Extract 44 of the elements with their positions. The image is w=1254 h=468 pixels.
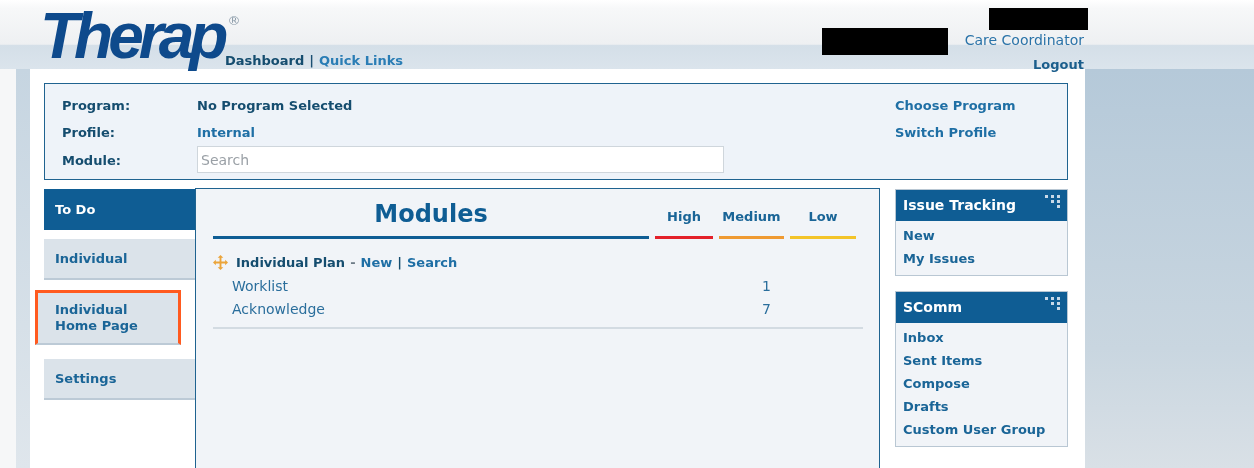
widget-title: SComm [903, 298, 963, 317]
nav-link[interactable]: Quick Links [319, 51, 404, 71]
search-field[interactable]: Search [197, 146, 724, 173]
field-label: Profile: [62, 123, 116, 142]
sidebar-tab[interactable]: Settings [44, 359, 195, 400]
priority-heading: Medium [722, 207, 781, 226]
grip-dots-icon[interactable] [1045, 195, 1061, 209]
logo-wordmark: Therap [40, 2, 224, 70]
widget-link[interactable]: New [903, 224, 1060, 247]
widget-link[interactable]: Custom User Group [903, 418, 1060, 441]
context-link[interactable]: Switch Profile [895, 122, 1023, 142]
module-action-link[interactable]: Search [407, 253, 458, 273]
profile-link[interactable]: Internal [197, 122, 256, 142]
priority-heading: High [667, 207, 701, 226]
move-arrows-icon [213, 255, 228, 271]
sidebar-tab[interactable]: Individual Home Page [35, 290, 181, 345]
dash-separator: - [350, 254, 356, 272]
widget-link[interactable]: Sent Items [903, 349, 1060, 372]
sidebar-tab[interactable]: Individual [44, 239, 195, 280]
module-action-link[interactable]: New [360, 253, 393, 273]
user-role-text: Care Coordinator [964, 31, 1084, 50]
logout-link[interactable]: Logout [1033, 55, 1084, 75]
priority-heading: Low [808, 207, 838, 226]
registered-mark: ® [227, 14, 241, 27]
nav-link[interactable]: Dashboard [225, 51, 305, 71]
worklist-link[interactable]: Acknowledge [213, 299, 655, 320]
widget-link[interactable]: Compose [903, 372, 1060, 395]
field-value: No Program Selected [197, 97, 353, 115]
field-label: Program: [62, 97, 132, 115]
count-text: 1 [761, 277, 771, 296]
grip-dots-icon[interactable] [1045, 297, 1061, 311]
nav-separator: | [309, 52, 315, 70]
action-separator: | [397, 254, 402, 272]
context-link[interactable]: Choose Program [895, 96, 1023, 116]
widget-title: Issue Tracking [903, 196, 1016, 215]
modules-title: Modules [374, 199, 488, 230]
widget-link[interactable]: My Issues [903, 247, 1060, 270]
widget-link[interactable]: Inbox [903, 326, 1060, 349]
worklist-link[interactable]: Worklist [213, 276, 655, 297]
widget-link[interactable]: Drafts [903, 395, 1060, 418]
field-label: Module: [62, 152, 122, 171]
sidebar-tab[interactable]: To Do [44, 189, 195, 230]
module-name: Individual Plan [236, 254, 346, 272]
count-text: 7 [761, 300, 771, 319]
